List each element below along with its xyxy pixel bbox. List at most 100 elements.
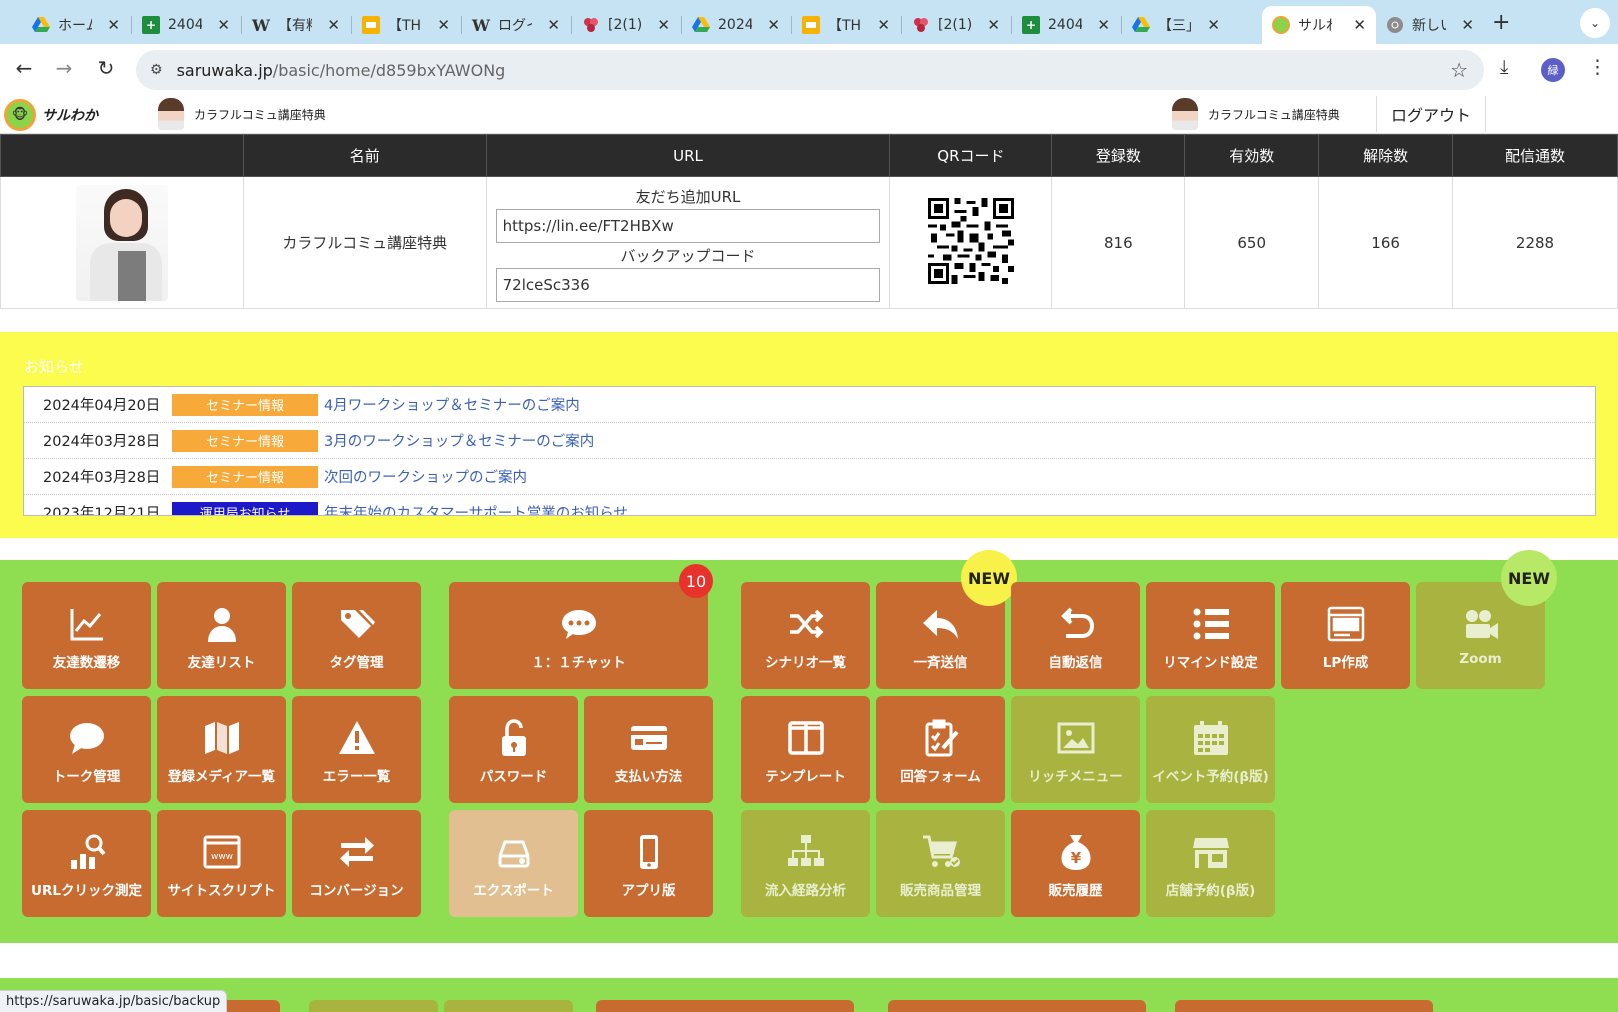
menu-tile-template[interactable]: テンプレート	[741, 696, 870, 803]
back-arrow-icon[interactable]: ←	[10, 56, 38, 80]
menu-tile-talk-management[interactable]: トーク管理	[22, 696, 151, 803]
menu-tile-media-list[interactable]: 登録メディア一覧	[157, 696, 286, 803]
close-icon[interactable]: ✕	[1461, 16, 1474, 34]
browser-tab[interactable]: W 【有料 ✕	[242, 6, 350, 44]
close-icon[interactable]: ✕	[1207, 16, 1220, 34]
menu-tile-auto-reply[interactable]: 自動返信	[1011, 582, 1140, 689]
browser-tab[interactable]: 【TH ✕	[792, 6, 900, 44]
menu-tile-product-management[interactable]: 販売商品管理	[876, 810, 1005, 917]
browser-tab[interactable]: [2(1)] ✕	[572, 6, 680, 44]
menu-tile-lp-create[interactable]: LP作成	[1281, 582, 1410, 689]
unread-count-badge: 10	[679, 564, 713, 598]
tile-label: コンバージョン	[309, 883, 404, 899]
notice-link[interactable]: 年末年始のカスタマーサポート営業のお知らせ	[324, 502, 628, 515]
address-url[interactable]: saruwaka.jp/basic/home/d859bxYAWONg	[177, 61, 506, 80]
menu-tile-friend-list[interactable]: 友達リスト	[157, 582, 286, 689]
close-icon[interactable]: ✕	[877, 16, 890, 34]
browser-tab[interactable]: + 2404 ✕	[132, 6, 240, 44]
account-selector-right[interactable]: カラフルコミュ講座特典	[1172, 98, 1340, 130]
download-icon[interactable]: ⤓	[1500, 56, 1508, 78]
menu-tile-conversion[interactable]: コンバージョン	[292, 810, 421, 917]
address-bar[interactable]: ⚙ saruwaka.jp/basic/home/d859bxYAWONg ☆	[136, 50, 1484, 90]
menu-tile[interactable]	[888, 1000, 1146, 1012]
speech-bubble-icon	[67, 716, 107, 760]
account-selector-left[interactable]: カラフルコミュ講座特典	[158, 98, 326, 130]
notice-link[interactable]: 4月ワークショップ＆セミナーのご案内	[324, 394, 580, 415]
reload-icon[interactable]: ↻	[92, 56, 120, 80]
notice-list[interactable]: 2024年04月20日 セミナー情報 4月ワークショップ＆セミナーのご案内 20…	[23, 386, 1596, 516]
browser-tab[interactable]: + 2404 ✕	[1012, 6, 1120, 44]
menu-tile[interactable]	[1175, 1000, 1433, 1012]
qr-cell	[889, 176, 1053, 309]
menu-tile-sales-history[interactable]: ¥ 販売履歴	[1011, 810, 1140, 917]
registered-count: 816	[1051, 176, 1186, 309]
cancelled-count: 166	[1318, 176, 1454, 309]
tile-label: 店舗予約(β版)	[1165, 883, 1256, 899]
tile-label: リッチメニュー	[1028, 769, 1123, 785]
menu-tile-friend-trend[interactable]: 友達数遷移	[22, 582, 151, 689]
site-logo[interactable]: 🐵 サルわか	[4, 99, 98, 131]
close-icon[interactable]: ✕	[217, 16, 230, 34]
tile-label: リマインド設定	[1163, 655, 1258, 671]
close-icon[interactable]: ✕	[1353, 16, 1366, 34]
menu-tile-rich-menu[interactable]: リッチメニュー	[1011, 696, 1140, 803]
browser-tab[interactable]: 【TH ✕	[352, 6, 460, 44]
friend-url-field[interactable]: https://lin.ee/FT2HBXw	[495, 208, 881, 243]
site-settings-icon[interactable]: ⚙	[150, 62, 163, 78]
menu-tile-event-reservation[interactable]: イベント予約(β版)	[1146, 696, 1275, 803]
browser-tab[interactable]: 【三」 ✕	[1122, 6, 1230, 44]
profile-avatar[interactable]: 緑	[1541, 58, 1565, 82]
menu-tile-tag-management[interactable]: タグ管理	[292, 582, 421, 689]
menu-tile-one-to-one-chat[interactable]: １：１チャット	[449, 582, 708, 689]
menu-tile-payment-method[interactable]: 支払い方法	[584, 696, 713, 803]
close-icon[interactable]: ✕	[437, 16, 450, 34]
notice-link[interactable]: 次回のワークショップのご案内	[324, 466, 527, 487]
close-icon[interactable]: ✕	[107, 16, 120, 34]
menu-tile-scenario-list[interactable]: シナリオ一覧	[741, 582, 870, 689]
browser-tab[interactable]: W ログイ ✕	[462, 6, 570, 44]
menu-tile-remind-settings[interactable]: リマインド設定	[1146, 582, 1275, 689]
notice-link[interactable]: 3月のワークショップ＆セミナーのご案内	[324, 430, 594, 451]
menu-tile-app-version[interactable]: アプリ版	[584, 810, 713, 917]
more-menu-icon[interactable]: ⋮	[1588, 56, 1607, 78]
tile-label: 一斉送信	[913, 655, 968, 671]
menu-tile[interactable]	[309, 1000, 438, 1012]
browser-tab[interactable]: 2024 ✕	[682, 6, 790, 44]
tab-search-icon[interactable]: ⌄	[1580, 8, 1610, 38]
forward-arrow-icon[interactable]: →	[50, 56, 78, 80]
url-path: /basic/home/d859bxYAWONg	[272, 60, 506, 80]
close-icon[interactable]: ✕	[327, 16, 340, 34]
backup-code-label: バックアップコード	[620, 246, 756, 265]
qr-code-icon	[927, 197, 1014, 284]
close-icon[interactable]: ✕	[1097, 16, 1110, 34]
close-icon[interactable]: ✕	[987, 16, 1000, 34]
browser-tab-active[interactable]: サルわ ✕	[1262, 6, 1376, 44]
menu-tile-password[interactable]: パスワード	[449, 696, 578, 803]
logout-button[interactable]: ログアウト	[1376, 96, 1486, 132]
image-icon	[1056, 716, 1096, 760]
tile-label: URLクリック測定	[31, 883, 142, 899]
close-icon[interactable]: ✕	[657, 16, 670, 34]
browser-tab[interactable]: 新しい ✕	[1376, 6, 1484, 44]
menu-tile-export[interactable]: エクスポート	[449, 810, 578, 917]
menu-tile[interactable]	[444, 1000, 573, 1012]
menu-tile-store-reservation[interactable]: 店舗予約(β版)	[1146, 810, 1275, 917]
backup-code-field[interactable]: 72lceSc336	[495, 267, 881, 302]
menu-tile[interactable]	[596, 1000, 854, 1012]
money-bag-icon: ¥	[1056, 830, 1096, 874]
exchange-icon	[337, 830, 377, 874]
close-icon[interactable]: ✕	[547, 16, 560, 34]
bookmark-star-icon[interactable]: ☆	[1450, 58, 1468, 82]
new-tab-icon[interactable]: +	[1492, 10, 1510, 35]
menu-tile-site-script[interactable]: www サイトスクリプト	[157, 810, 286, 917]
tile-label: テンプレート	[765, 769, 846, 785]
profile-photo	[75, 184, 168, 301]
menu-tile-url-click[interactable]: URLクリック測定	[22, 810, 151, 917]
tile-label: 友達数遷移	[52, 655, 121, 671]
menu-tile-error-list[interactable]: エラー一覧	[292, 696, 421, 803]
close-icon[interactable]: ✕	[767, 16, 780, 34]
menu-tile-answer-form[interactable]: 回答フォーム	[876, 696, 1005, 803]
browser-tab[interactable]: [2(1)] ✕	[902, 6, 1010, 44]
menu-tile-inflow-analysis[interactable]: 流入経路分析	[741, 810, 870, 917]
browser-tab[interactable]: ホーム ✕	[22, 6, 130, 44]
